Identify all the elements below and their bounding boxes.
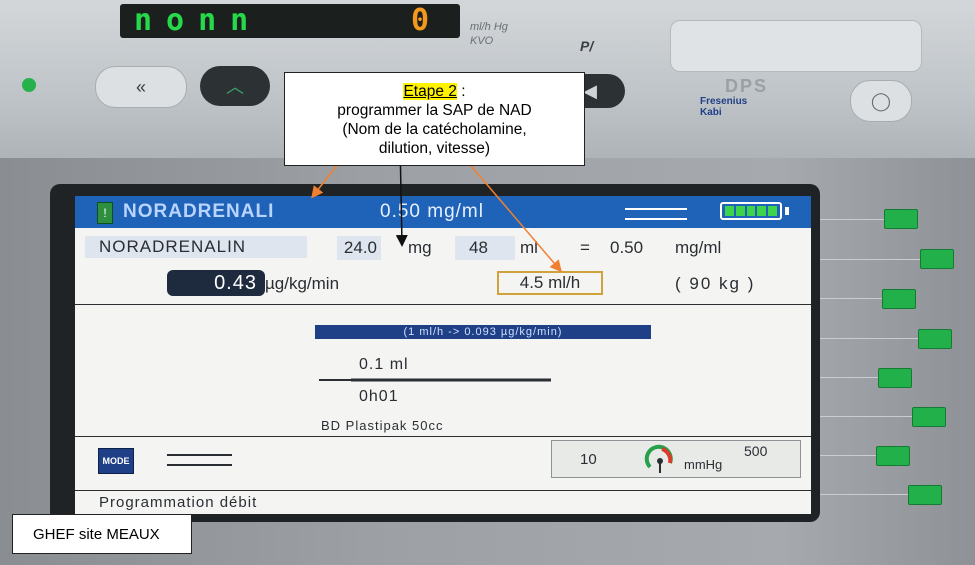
brand-logo: Fresenius Kabi xyxy=(700,96,747,118)
pressure-alarm-label: P/ xyxy=(580,38,594,54)
dilution-row: NORADRENALIN 24.0 mg 48 ml = 0.50 mg/ml xyxy=(75,236,811,264)
side-line xyxy=(820,377,878,378)
brand-line-2: Kabi xyxy=(700,107,722,118)
dose-unit: µg/kg/min xyxy=(265,274,340,293)
result-concentration: 0.50 xyxy=(610,238,644,257)
brand-line-1: Fresenius xyxy=(700,96,748,107)
side-button-1[interactable] xyxy=(884,209,918,229)
patient-weight: ( 90 kg ) xyxy=(675,274,756,293)
concentration-title: 0.50 mg/ml xyxy=(380,201,484,222)
side-button-3[interactable] xyxy=(882,289,916,309)
led-digit: 0 xyxy=(390,6,450,36)
battery-tip xyxy=(785,207,789,215)
dose-field[interactable]: 0.43 xyxy=(167,270,265,296)
annotation-line-1: programmer la SAP de NAD xyxy=(337,102,532,119)
rate-row: 0.43 µg/kg/min 4.5 ml/h ( 90 kg ) xyxy=(75,268,811,298)
annotation-heading: Etape 2 : xyxy=(285,82,584,101)
side-button-7[interactable] xyxy=(876,446,910,466)
play-icon: ◀ xyxy=(583,80,597,101)
side-line xyxy=(820,298,882,299)
dps-label: DPS xyxy=(725,76,769,96)
divider xyxy=(75,304,811,305)
menu-lines-icon xyxy=(625,208,687,220)
divider xyxy=(75,436,811,437)
rewind-button[interactable]: « xyxy=(95,66,187,108)
mode-lines-icon xyxy=(167,454,232,466)
screen-title-bar: ! NORADRENALI 0.50 mg/ml xyxy=(75,196,811,228)
side-line xyxy=(820,259,920,260)
equals-sign: = xyxy=(580,238,590,257)
stop-button[interactable]: ◯ xyxy=(850,80,912,122)
pressure-high: 500 xyxy=(744,443,768,459)
syringe-icon xyxy=(319,378,551,382)
pressure-panel: 10 mmHg 500 xyxy=(551,440,801,478)
side-line xyxy=(820,416,912,417)
amount-field[interactable]: 24.0 xyxy=(337,236,381,260)
flag-icon: ! xyxy=(97,202,113,224)
mode-button[interactable]: MODE xyxy=(98,448,134,474)
side-button-6[interactable] xyxy=(912,407,946,427)
annotation-line-3: dilution, vitesse) xyxy=(378,140,491,157)
side-button-8[interactable] xyxy=(908,485,942,505)
drug-name-title: NORADRENALI xyxy=(123,201,275,222)
status-text: Programmation débit xyxy=(99,494,258,511)
site-label: GHEF site MEAUX xyxy=(12,514,192,554)
unit-label-hg: Hg xyxy=(493,21,508,33)
annotation-line-2: (Nom de la catécholamine, xyxy=(342,121,527,138)
side-line xyxy=(820,338,918,339)
annotation-title: Etape 2 xyxy=(403,83,457,100)
double-chevron-left-icon: « xyxy=(135,76,146,97)
unit-label-rate: ml/h xyxy=(470,21,491,33)
syringe-model: BD Plastipak 50cc xyxy=(321,418,444,433)
flow-rate-field[interactable]: 4.5 ml/h xyxy=(497,271,603,295)
power-led xyxy=(22,78,36,92)
side-line xyxy=(820,219,884,220)
circle-arrow-icon: ◯ xyxy=(870,90,892,111)
volume-unit: ml xyxy=(520,238,538,257)
secondary-lcd xyxy=(670,20,922,72)
annotation-title-suffix: : xyxy=(456,83,466,100)
syringe-volume: 0.1 ml xyxy=(359,356,409,373)
chevron-up-icon: ︿ xyxy=(226,77,244,97)
unit-labels: ml/h Hg KVO xyxy=(470,20,508,48)
pressure-low: 10 xyxy=(580,451,597,468)
up-button[interactable]: ︿ xyxy=(200,66,270,106)
volume-field[interactable]: 48 xyxy=(455,236,515,260)
drug-name-field[interactable]: NORADRENALIN xyxy=(85,236,307,258)
side-line xyxy=(820,494,908,495)
pressure-gauge-icon xyxy=(644,444,673,473)
divider xyxy=(75,490,811,491)
amount-unit: mg xyxy=(408,238,432,257)
pump-screen: ! NORADRENALI 0.50 mg/ml NORADRENALIN 24… xyxy=(75,196,811,514)
pressure-unit: mmHg xyxy=(684,457,723,472)
annotation-callout: Etape 2 : programmer la SAP de NAD (Nom … xyxy=(284,72,585,166)
equivalence-banner: (1 ml/h -> 0.093 µg/kg/min) xyxy=(315,325,651,339)
side-line xyxy=(820,455,876,456)
result-unit: mg/ml xyxy=(675,238,722,257)
remaining-time: 0h01 xyxy=(359,388,399,405)
side-button-2[interactable] xyxy=(920,249,954,269)
side-button-5[interactable] xyxy=(878,368,912,388)
battery-icon xyxy=(720,202,782,220)
side-button-4[interactable] xyxy=(918,329,952,349)
unit-label-kvo: KVO xyxy=(470,35,494,47)
